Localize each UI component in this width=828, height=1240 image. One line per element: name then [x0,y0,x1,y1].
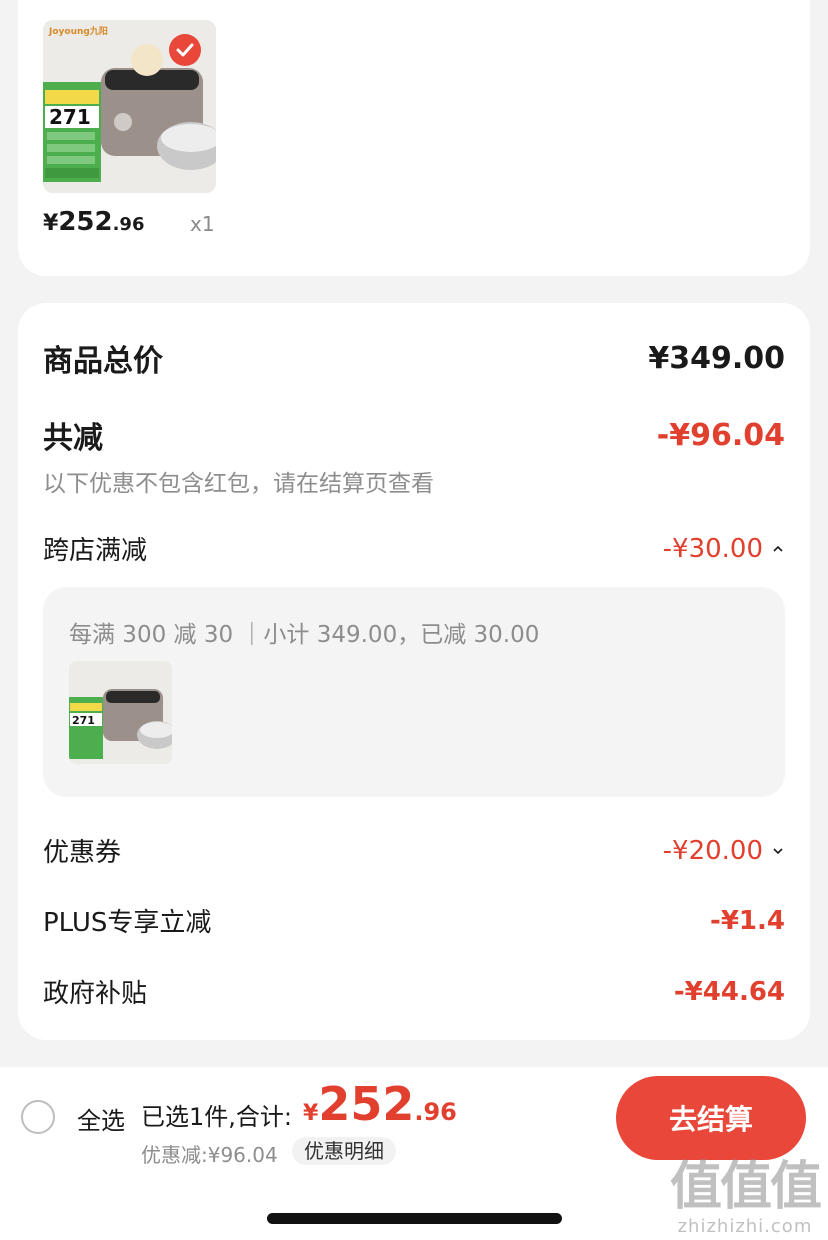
reduce-value: -¥96.04 [656,417,785,453]
subsidy-label: 政府补贴 [43,979,148,1009]
item-quantity: x1 [190,212,215,236]
plus-discount-row: PLUS专享立减 -¥1.4 [43,902,785,939]
total-price: ¥252.96 [303,1077,457,1131]
promo-detail-text: 每满 300 减 30 ｜小计 349.00，已减 30.00 [69,622,540,648]
selected-check-icon[interactable] [169,34,201,66]
svg-text:271: 271 [49,105,91,129]
brand-logo: Joyoung九阳 [48,25,108,37]
subsidy-value: -¥44.64 [673,976,785,1007]
discount-note: 以下优惠不包含红包，请在结算页查看 [43,471,434,497]
cross-store-value: -¥30.00 [662,533,763,564]
reduce-label: 共减 [43,421,103,456]
total-row: 商品总价 ¥349.00 [43,336,785,380]
rice-cooker-image: 271 [69,661,172,764]
plus-label: PLUS专享立减 [43,908,212,938]
home-indicator[interactable] [267,1213,562,1224]
coupon-row[interactable]: 优惠券 -¥20.00 [43,832,785,869]
discount-summary: 优惠减:¥96.04 [141,1143,278,1167]
promo-detail-box: 每满 300 减 30 ｜小计 349.00，已减 30.00 271 [43,587,785,797]
total-label: 商品总价 [43,344,163,379]
checkout-button[interactable]: 去结算 [616,1076,806,1160]
promo-product-image[interactable]: 271 [69,661,172,764]
select-all-label[interactable]: 全选 [77,1101,125,1136]
selected-count: 已选1件,合计: [141,1103,292,1131]
discount-detail-button[interactable]: 优惠明细 [292,1137,396,1165]
subsidy-row: 政府补贴 -¥44.64 [43,973,785,1010]
chevron-up-icon[interactable] [771,542,785,556]
select-all-radio[interactable] [21,1100,55,1134]
site-watermark: 值值值 zhizhizhi.com [669,1157,822,1237]
chevron-down-icon[interactable] [771,844,785,858]
cross-store-label: 跨店满减 [43,536,148,566]
reduce-row: 共减 -¥96.04 [43,413,785,457]
coupon-label: 优惠券 [43,838,122,868]
item-price: ¥252.96 [43,207,145,237]
total-value: ¥349.00 [648,340,785,376]
plus-value: -¥1.4 [710,905,785,936]
svg-text:271: 271 [72,714,95,727]
cross-store-discount-row[interactable]: 跨店满减 -¥30.00 [43,530,785,567]
coupon-value: -¥20.00 [662,835,763,866]
